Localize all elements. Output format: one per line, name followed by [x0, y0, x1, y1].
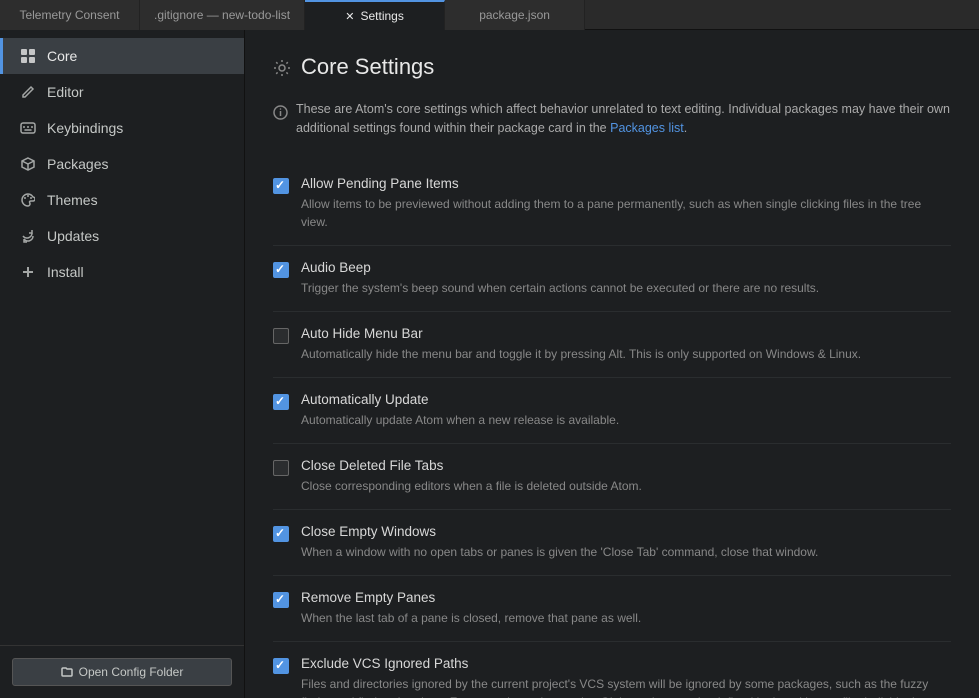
setting-item-allow-pending: Allow Pending Pane Items Allow items to …	[273, 162, 951, 246]
checkbox-close-empty-windows[interactable]	[273, 526, 289, 542]
sidebar-updates-label: Updates	[47, 228, 99, 244]
setting-title-auto-hide-menu: Auto Hide Menu Bar	[301, 326, 951, 341]
info-icon	[273, 101, 288, 124]
keyboard-icon	[19, 119, 37, 137]
settings-icon	[273, 57, 291, 78]
setting-desc-allow-pending: Allow items to be previewed without addi…	[301, 195, 951, 231]
checkbox-audio-beep[interactable]	[273, 262, 289, 278]
tab-gitignore-label: .gitignore — new-todo-list	[154, 8, 290, 22]
info-text: These are Atom's core settings which aff…	[296, 100, 951, 138]
info-box: These are Atom's core settings which aff…	[273, 100, 951, 138]
sidebar-item-keybindings[interactable]: Keybindings	[0, 110, 244, 146]
setting-desc-audio-beep: Trigger the system's beep sound when cer…	[301, 279, 951, 297]
setting-desc-auto-update: Automatically update Atom when a new rel…	[301, 411, 951, 429]
setting-text-close-empty-windows: Close Empty Windows When a window with n…	[301, 524, 951, 561]
sidebar-editor-label: Editor	[47, 84, 84, 100]
sidebar-item-updates[interactable]: Updates	[0, 218, 244, 254]
setting-title-auto-update: Automatically Update	[301, 392, 951, 407]
setting-desc-remove-empty-panes: When the last tab of a pane is closed, r…	[301, 609, 951, 627]
tab-telemetry-label: Telemetry Consent	[19, 8, 119, 22]
tab-package-label: package.json	[479, 8, 550, 22]
checkbox-wrap-auto-update	[273, 394, 289, 410]
setting-desc-close-deleted: Close corresponding editors when a file …	[301, 477, 951, 495]
sidebar-item-packages[interactable]: Packages	[0, 146, 244, 182]
checkbox-wrap-auto-hide-menu	[273, 328, 289, 344]
checkbox-exclude-vcs[interactable]	[273, 658, 289, 674]
tab-settings-label: Settings	[360, 9, 403, 23]
setting-text-auto-hide-menu: Auto Hide Menu Bar Automatically hide th…	[301, 326, 951, 363]
setting-item-audio-beep: Audio Beep Trigger the system's beep sou…	[273, 246, 951, 312]
setting-desc-auto-hide-menu: Automatically hide the menu bar and togg…	[301, 345, 951, 363]
sidebar-keybindings-label: Keybindings	[47, 120, 123, 136]
setting-title-close-deleted: Close Deleted File Tabs	[301, 458, 951, 473]
sidebar-core-label: Core	[47, 48, 77, 64]
setting-title-allow-pending: Allow Pending Pane Items	[301, 176, 951, 191]
sidebar-install-label: Install	[47, 264, 84, 280]
checkbox-wrap-remove-empty-panes	[273, 592, 289, 608]
checkbox-remove-empty-panes[interactable]	[273, 592, 289, 608]
checkbox-wrap-exclude-vcs	[273, 658, 289, 674]
setting-item-auto-update: Automatically Update Automatically updat…	[273, 378, 951, 444]
tab-gitignore[interactable]: .gitignore — new-todo-list	[140, 0, 305, 30]
setting-title-audio-beep: Audio Beep	[301, 260, 951, 275]
sidebar-item-install[interactable]: Install	[0, 254, 244, 290]
folder-icon	[61, 666, 73, 678]
setting-text-audio-beep: Audio Beep Trigger the system's beep sou…	[301, 260, 951, 297]
sidebar-item-editor[interactable]: Editor	[0, 74, 244, 110]
checkbox-auto-update[interactable]	[273, 394, 289, 410]
checkbox-wrap-audio-beep	[273, 262, 289, 278]
box-icon	[19, 155, 37, 173]
sidebar-footer: Open Config Folder	[0, 645, 244, 698]
content-header: Core Settings	[273, 54, 951, 80]
main-layout: Core Editor	[0, 30, 979, 698]
setting-item-remove-empty-panes: Remove Empty Panes When the last tab of …	[273, 576, 951, 642]
checkbox-auto-hide-menu[interactable]	[273, 328, 289, 344]
setting-item-auto-hide-menu: Auto Hide Menu Bar Automatically hide th…	[273, 312, 951, 378]
setting-title-close-empty-windows: Close Empty Windows	[301, 524, 951, 539]
setting-desc-close-empty-windows: When a window with no open tabs or panes…	[301, 543, 951, 561]
settings-list: Allow Pending Pane Items Allow items to …	[273, 162, 951, 698]
sidebar-packages-label: Packages	[47, 156, 108, 172]
sidebar-nav: Core Editor	[0, 30, 244, 645]
plus-icon	[19, 263, 37, 281]
setting-text-exclude-vcs: Exclude VCS Ignored Paths Files and dire…	[301, 656, 951, 698]
sidebar-themes-label: Themes	[47, 192, 98, 208]
setting-item-exclude-vcs: Exclude VCS Ignored Paths Files and dire…	[273, 642, 951, 698]
tab-telemetry[interactable]: Telemetry Consent	[0, 0, 140, 30]
open-config-label: Open Config Folder	[79, 665, 184, 679]
tab-spacer	[585, 0, 979, 30]
checkbox-wrap-close-deleted	[273, 460, 289, 476]
checkbox-allow-pending[interactable]	[273, 178, 289, 194]
tab-settings[interactable]: ✕ Settings	[305, 0, 445, 30]
tab-package[interactable]: package.json	[445, 0, 585, 30]
sidebar-item-themes[interactable]: Themes	[0, 182, 244, 218]
setting-text-auto-update: Automatically Update Automatically updat…	[301, 392, 951, 429]
checkbox-wrap-close-empty-windows	[273, 526, 289, 542]
setting-desc-exclude-vcs: Files and directories ignored by the cur…	[301, 675, 951, 698]
tab-bar: Telemetry Consent .gitignore — new-todo-…	[0, 0, 979, 30]
page-title: Core Settings	[301, 54, 434, 80]
close-icon[interactable]: ✕	[345, 10, 354, 23]
grid-icon	[19, 47, 37, 65]
packages-list-link[interactable]: Packages list	[610, 121, 684, 135]
checkbox-wrap-allow-pending	[273, 178, 289, 194]
edit-icon	[19, 83, 37, 101]
setting-title-exclude-vcs: Exclude VCS Ignored Paths	[301, 656, 951, 671]
setting-text-allow-pending: Allow Pending Pane Items Allow items to …	[301, 176, 951, 231]
setting-title-remove-empty-panes: Remove Empty Panes	[301, 590, 951, 605]
setting-text-remove-empty-panes: Remove Empty Panes When the last tab of …	[301, 590, 951, 627]
content-area: Core Settings These are Atom's core sett…	[245, 30, 979, 698]
sidebar-item-core[interactable]: Core	[0, 38, 244, 74]
checkbox-close-deleted[interactable]	[273, 460, 289, 476]
sidebar: Core Editor	[0, 30, 245, 698]
setting-item-close-empty-windows: Close Empty Windows When a window with n…	[273, 510, 951, 576]
paint-icon	[19, 191, 37, 209]
refresh-icon	[19, 227, 37, 245]
setting-item-close-deleted: Close Deleted File Tabs Close correspond…	[273, 444, 951, 510]
open-config-button[interactable]: Open Config Folder	[12, 658, 232, 686]
setting-text-close-deleted: Close Deleted File Tabs Close correspond…	[301, 458, 951, 495]
